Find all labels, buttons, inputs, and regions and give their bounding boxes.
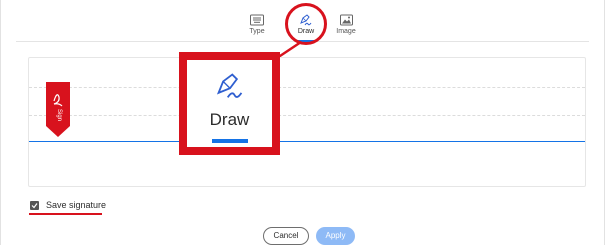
- keyboard-icon: [250, 14, 264, 26]
- image-icon: [339, 14, 353, 26]
- tab-type-label: Type: [249, 28, 265, 35]
- pen-icon: [300, 14, 312, 26]
- checkmark-icon: [31, 203, 38, 209]
- save-signature-checkbox[interactable]: [30, 201, 39, 210]
- apply-button[interactable]: Apply: [316, 227, 355, 245]
- pen-icon: [216, 73, 243, 98]
- signature-dialog: Type Draw Image Sign Draw Save signature…: [0, 0, 605, 245]
- tab-selected-indicator: [296, 40, 315, 42]
- tab-draw[interactable]: Draw: [286, 14, 326, 42]
- guide-line-middle: [29, 115, 585, 116]
- signature-draw-area[interactable]: [28, 57, 586, 187]
- save-signature-label: Save signature: [46, 200, 107, 210]
- cancel-button[interactable]: Cancel: [263, 227, 309, 245]
- tab-draw-label: Draw: [297, 28, 315, 35]
- zoom-selected-indicator: [212, 139, 248, 143]
- draw-tab-zoom-callout: Draw: [179, 52, 280, 155]
- signature-baseline: [29, 141, 585, 142]
- guide-line-top: [29, 87, 585, 88]
- zoom-draw-label: Draw: [209, 110, 250, 129]
- tab-type[interactable]: Type: [237, 14, 277, 40]
- tab-image[interactable]: Image: [326, 14, 366, 40]
- tab-image-label: Image: [336, 28, 356, 35]
- save-signature-highlight-underline: [29, 213, 102, 215]
